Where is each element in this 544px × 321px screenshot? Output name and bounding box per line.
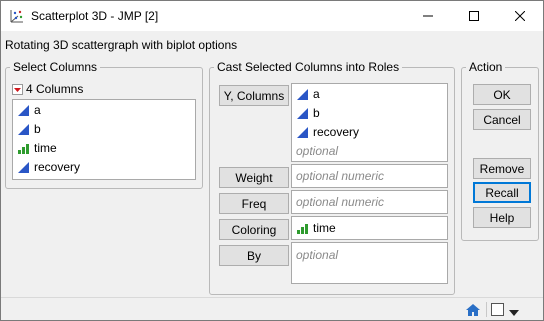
weight-button[interactable]: Weight xyxy=(219,167,289,188)
continuous-column-icon xyxy=(17,161,30,174)
weight-placeholder: optional numeric xyxy=(296,169,385,183)
home-icon[interactable] xyxy=(465,302,481,318)
continuous-column-icon xyxy=(296,88,309,101)
list-item[interactable]: time xyxy=(17,139,57,157)
weight-field[interactable]: optional numeric xyxy=(291,164,448,188)
title-bar: Scatterplot 3D - JMP [2] xyxy=(1,1,543,31)
window-list-icon[interactable] xyxy=(491,303,504,316)
minimize-icon xyxy=(423,15,433,17)
column-name: a xyxy=(34,103,41,117)
list-item[interactable]: recovery xyxy=(296,123,359,141)
columns-listbox[interactable]: a b time recovery xyxy=(12,99,196,180)
chevron-down-icon[interactable] xyxy=(509,306,519,320)
action-title: Action xyxy=(466,60,506,74)
column-name: b xyxy=(34,122,41,136)
help-button[interactable]: Help xyxy=(473,207,531,228)
list-item[interactable]: a xyxy=(296,85,320,103)
list-item[interactable]: recovery xyxy=(17,158,80,176)
close-button[interactable] xyxy=(497,1,543,31)
recall-button[interactable]: Recall xyxy=(473,182,531,203)
dialog-window: Scatterplot 3D - JMP [2] Rotating 3D sca… xyxy=(0,0,544,321)
select-columns-group: Select Columns 4 Columns a b time recove… xyxy=(5,60,203,189)
y-columns-button[interactable]: Y, Columns xyxy=(219,85,289,106)
y-columns-listbox[interactable]: a b recovery optional xyxy=(291,83,448,162)
continuous-column-icon xyxy=(17,123,30,136)
window-title: Scatterplot 3D - JMP [2] xyxy=(31,9,159,23)
cast-roles-title: Cast Selected Columns into Roles xyxy=(214,60,403,74)
by-button[interactable]: By xyxy=(219,245,289,266)
close-icon xyxy=(515,11,525,21)
column-name: recovery xyxy=(34,160,81,174)
freq-field[interactable]: optional numeric xyxy=(291,190,448,214)
action-group: Action OK Cancel Remove Recall Help xyxy=(461,60,539,241)
list-item[interactable]: b xyxy=(296,104,320,122)
freq-button[interactable]: Freq xyxy=(219,193,289,214)
y-columns-placeholder: optional xyxy=(296,144,339,158)
minimize-button[interactable] xyxy=(405,1,451,31)
by-placeholder: optional xyxy=(296,248,339,262)
list-item[interactable]: a xyxy=(17,101,41,119)
cancel-button[interactable]: Cancel xyxy=(473,109,531,130)
select-columns-title: Select Columns xyxy=(10,60,101,74)
cast-roles-group: Cast Selected Columns into Roles Y, Colu… xyxy=(209,60,455,295)
column-name: b xyxy=(313,106,320,120)
dropdown-menu-icon[interactable] xyxy=(12,83,23,95)
column-name: a xyxy=(313,87,320,101)
maximize-button[interactable] xyxy=(451,1,497,31)
coloring-field[interactable]: time xyxy=(291,216,448,240)
ok-button[interactable]: OK xyxy=(473,84,531,105)
coloring-button[interactable]: Coloring xyxy=(219,219,289,240)
columns-count-row: 4 Columns xyxy=(12,81,83,97)
by-listbox[interactable]: optional xyxy=(291,242,448,284)
dialog-description: Rotating 3D scattergraph with biplot opt… xyxy=(5,38,238,52)
remove-button[interactable]: Remove xyxy=(473,158,531,179)
continuous-column-icon xyxy=(296,126,309,139)
separator xyxy=(486,302,487,317)
freq-placeholder: optional numeric xyxy=(296,195,385,209)
column-name: recovery xyxy=(313,125,360,139)
status-bar xyxy=(1,297,543,320)
continuous-column-icon xyxy=(17,104,30,117)
list-item[interactable]: b xyxy=(17,120,41,138)
ordinal-column-icon xyxy=(296,222,309,235)
continuous-column-icon xyxy=(296,107,309,120)
column-name: time xyxy=(34,141,57,155)
scatterplot-3d-app-icon xyxy=(9,8,25,24)
coloring-value: time xyxy=(313,221,336,235)
maximize-icon xyxy=(469,11,479,21)
ordinal-column-icon xyxy=(17,142,30,155)
columns-count-label: 4 Columns xyxy=(26,82,84,96)
